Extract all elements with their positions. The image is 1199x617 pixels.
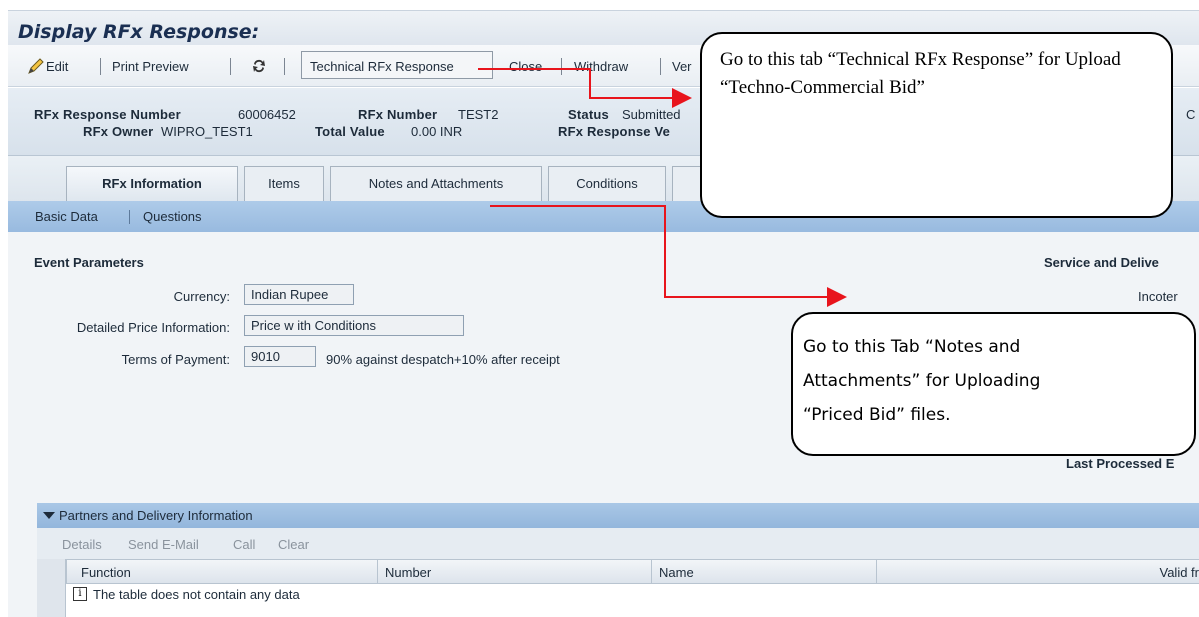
print-preview-button[interactable]: Print Preview <box>112 59 189 74</box>
pencil-icon[interactable] <box>27 57 45 75</box>
callout-notes-line-3: “Priced Bid” files. <box>803 405 951 425</box>
response-number-label: RFx Response Number <box>34 107 181 122</box>
header-cut-text: C <box>1186 107 1196 122</box>
subnav-basic-data[interactable]: Basic Data <box>35 209 98 224</box>
callout-notes-line-1: Go to this Tab “Notes and <box>803 337 1021 357</box>
column-function-label: Function <box>81 565 131 580</box>
details-button[interactable]: Details <box>62 537 102 552</box>
price-info-label: Detailed Price Information: <box>76 320 230 335</box>
payment-terms-code-field[interactable]: 9010 <box>244 346 316 367</box>
send-email-button[interactable]: Send E-Mail <box>128 537 199 552</box>
tab-notes-and-attachments[interactable]: Notes and Attachments <box>330 166 542 201</box>
partners-table-header: Function Number Name Valid fr <box>37 559 1199 585</box>
empty-table-message: The table does not contain any data <box>93 587 300 602</box>
callout-notes-line-2: Attachments” for Uploading <box>803 371 1041 391</box>
toolbar-separator <box>100 58 101 75</box>
callout-technical-text: Go to this tab “Technical RFx Response” … <box>720 49 1121 98</box>
info-icon: i <box>73 587 87 601</box>
tab-items[interactable]: Items <box>244 166 324 201</box>
payment-terms-text: 90% against despatch+10% after receipt <box>326 352 560 367</box>
column-function[interactable]: Function <box>66 560 406 585</box>
column-name-label: Name <box>659 565 694 580</box>
rfx-number-label: RFx Number <box>358 107 438 122</box>
total-value-value: 0.00 INR <box>411 124 463 139</box>
close-button[interactable]: Close <box>509 59 542 74</box>
toolbar-separator <box>230 58 231 75</box>
callout-notes-text: Go to this Tab “Notes and Attachments” f… <box>803 330 1103 432</box>
column-valid-from-label: Valid fr <box>1159 565 1199 580</box>
partners-section-header[interactable]: Partners and Delivery Information <box>37 503 1199 528</box>
column-name[interactable]: Name <box>651 560 876 585</box>
owner-value: WIPRO_TEST1 <box>161 124 253 139</box>
versions-button[interactable]: Ver <box>672 59 692 74</box>
withdraw-button[interactable]: Withdraw <box>574 59 628 74</box>
callout-notes-attachments: Go to this Tab “Notes and Attachments” f… <box>791 312 1196 456</box>
edit-button[interactable]: Edit <box>46 59 68 74</box>
toolbar-separator <box>561 58 562 75</box>
tab-conditions[interactable]: Conditions <box>548 166 666 201</box>
service-delivery-title: Service and Delive <box>1044 255 1159 270</box>
owner-label: RFx Owner <box>83 124 154 139</box>
technical-rfx-response-button[interactable]: Technical RFx Response <box>310 59 454 74</box>
status-value: Submitted <box>622 107 681 122</box>
callout-technical-rfx: Go to this tab “Technical RFx Response” … <box>700 32 1173 218</box>
refresh-icon[interactable] <box>251 57 267 75</box>
subnav-questions[interactable]: Questions <box>143 209 202 224</box>
status-label: Status <box>568 107 609 122</box>
last-processed-label: Last Processed E <box>1066 456 1175 471</box>
column-number[interactable]: Number <box>377 560 661 585</box>
tab-rfx-information[interactable]: RFx Information <box>66 166 238 201</box>
currency-field[interactable]: Indian Rupee <box>244 284 354 305</box>
toolbar-separator <box>284 58 285 75</box>
total-value-label: Total Value <box>315 124 385 139</box>
partners-section-title: Partners and Delivery Information <box>59 508 253 523</box>
rfx-number-value: TEST2 <box>458 107 499 122</box>
currency-label: Currency: <box>173 289 230 304</box>
column-valid-from[interactable]: Valid fr <box>876 560 1199 585</box>
column-number-label: Number <box>385 565 432 580</box>
page-title: Display RFx Response: <box>18 21 260 43</box>
clear-button[interactable]: Clear <box>278 537 309 552</box>
collapse-triangle-icon[interactable] <box>43 512 55 519</box>
price-info-field[interactable]: Price w ith Conditions <box>244 315 464 336</box>
subnav-separator <box>129 210 130 224</box>
payment-terms-label: Terms of Payment: <box>121 352 230 367</box>
incoterms-label: Incoter <box>1138 289 1178 304</box>
call-button[interactable]: Call <box>233 537 255 552</box>
partners-toolbar: Details Send E-Mail Call Clear <box>37 528 1199 559</box>
response-version-label: RFx Response Ve <box>558 124 671 139</box>
response-number-value: 60006452 <box>238 107 296 122</box>
row-selector-column[interactable] <box>37 559 66 617</box>
event-parameters-title: Event Parameters <box>34 255 144 270</box>
toolbar-separator <box>660 58 661 75</box>
